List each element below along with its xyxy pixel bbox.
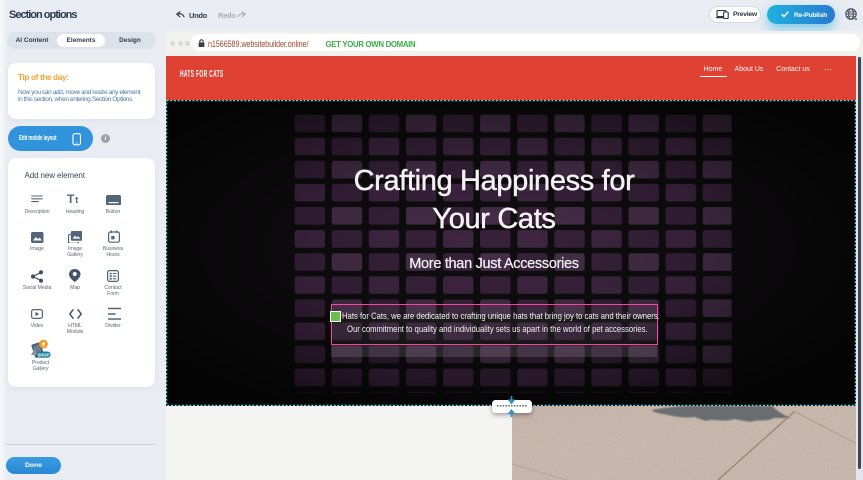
svg-text:t: t — [75, 195, 78, 205]
svg-text:T: T — [67, 192, 75, 205]
svg-text:SHOP: SHOP — [38, 352, 50, 357]
